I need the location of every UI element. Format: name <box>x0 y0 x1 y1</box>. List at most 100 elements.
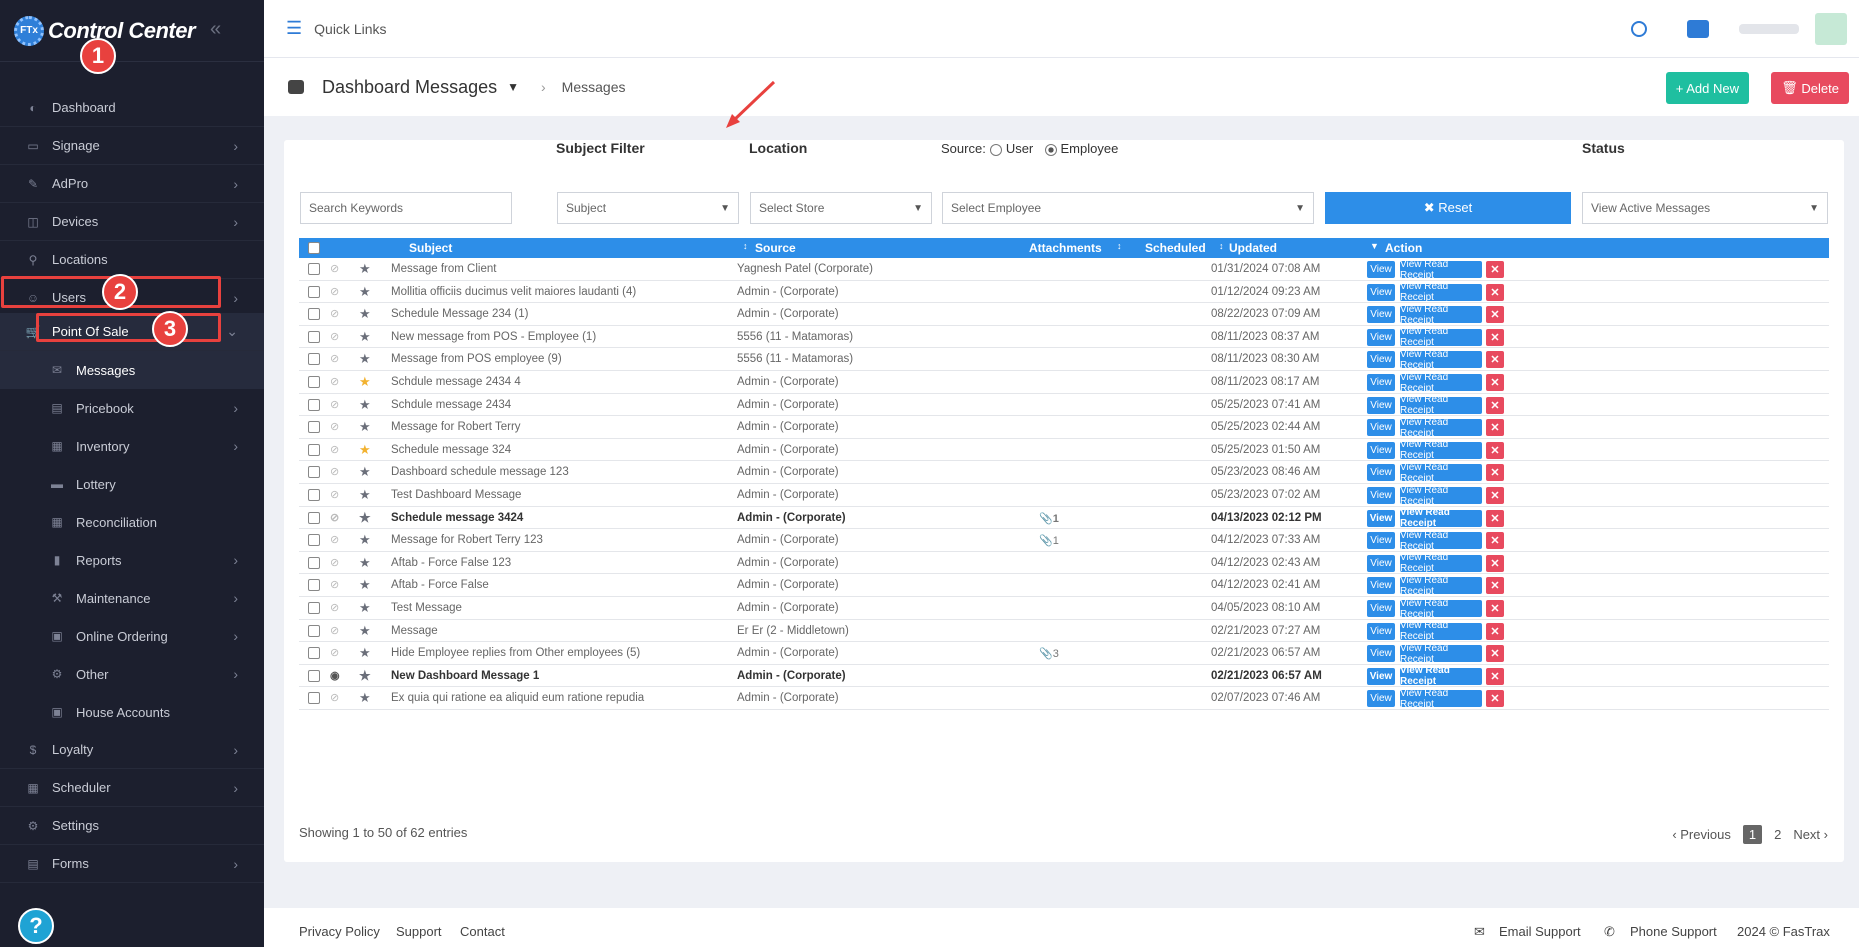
eye-slash-icon[interactable]: ⊘ <box>330 624 339 637</box>
row-checkbox[interactable] <box>308 376 320 388</box>
sidebar-item-house-accounts[interactable]: ▣ House Accounts <box>0 693 264 731</box>
table-row[interactable]: ⊘ ★ Aftab - Force False Admin - (Corporate)… <box>299 574 1829 597</box>
view-button[interactable]: View <box>1367 283 1395 301</box>
delete-row-button[interactable]: ✕ <box>1486 464 1504 482</box>
sidebar-item-messages[interactable]: ✉ Messages <box>0 351 264 389</box>
delete-row-button[interactable]: ✕ <box>1486 261 1504 278</box>
employee-select[interactable]: Select Employee ▼ <box>942 192 1314 224</box>
source-user-label[interactable]: User <box>1006 141 1033 156</box>
view-button[interactable]: View <box>1367 328 1395 346</box>
user-name-blurred[interactable] <box>1739 24 1799 34</box>
table-row[interactable]: ◉ ★ New Dashboard Message 1 Admin - (Corpor… <box>299 665 1829 688</box>
menu-icon[interactable]: ☰ <box>286 18 302 39</box>
sort-icon[interactable]: ↕ <box>743 241 748 251</box>
table-row[interactable]: ⊘ ★ Message from Client Yagnesh Patel (Corp… <box>299 258 1829 281</box>
star-icon[interactable]: ★ <box>359 261 371 277</box>
star-icon[interactable]: ★ <box>359 464 371 480</box>
delete-row-button[interactable]: ✕ <box>1486 645 1504 663</box>
row-checkbox[interactable] <box>308 443 320 456</box>
pager-prev[interactable]: ‹ Previous <box>1672 827 1731 842</box>
delete-row-button[interactable]: ✕ <box>1486 577 1504 595</box>
row-subject[interactable]: Schedule Message 234 (1) <box>391 308 528 320</box>
table-row[interactable]: ⊘ ★ New message from POS - Employee (1) 555… <box>299 326 1829 349</box>
table-row[interactable]: ⊘ ★ Message from POS employee (9) 5556 (11 … <box>299 348 1829 371</box>
table-row[interactable]: ⊘ ★ Ex quia qui ratione ea aliquid eum rat… <box>299 687 1829 710</box>
row-subject[interactable]: Mollitia officiis ducimus velit maiores … <box>391 286 636 298</box>
pager-page-2[interactable]: 2 <box>1774 827 1781 842</box>
table-row[interactable]: ⊘ ★ Test Message Admin - (Corporate) 04/05/2… <box>299 597 1829 620</box>
star-icon[interactable]: ★ <box>359 577 371 593</box>
row-subject[interactable]: Aftab - Force False 123 <box>391 557 511 569</box>
row-checkbox[interactable] <box>308 263 320 275</box>
view-read-receipt-button[interactable]: View Read Receipt <box>1400 304 1482 326</box>
source-employee-radio[interactable] <box>1044 143 1057 156</box>
view-button[interactable]: View <box>1367 351 1395 369</box>
row-subject[interactable]: Dashboard schedule message 123 <box>391 466 569 478</box>
view-read-receipt-button[interactable]: View Read Receipt <box>1400 598 1482 620</box>
row-subject[interactable]: Message from Client <box>391 263 496 275</box>
row-checkbox[interactable] <box>308 466 320 479</box>
table-row[interactable]: ⊘ ★ Message for Robert Terry 123 Admin - (C… <box>299 529 1829 552</box>
table-row[interactable]: ⊘ ★ Test Dashboard Message Admin - (Corpora… <box>299 484 1829 507</box>
eye-slash-icon[interactable]: ⊘ <box>330 262 339 275</box>
sidebar-item-pricebook[interactable]: ▤ Pricebook › <box>0 389 264 427</box>
sidebar-item-settings[interactable]: ⚙ Settings <box>0 807 264 845</box>
delete-row-button[interactable]: ✕ <box>1486 374 1504 391</box>
privacy-link[interactable]: Privacy Policy <box>299 924 380 939</box>
row-checkbox[interactable] <box>308 398 320 411</box>
row-checkbox[interactable] <box>308 285 320 298</box>
table-row[interactable]: ⊘ ★ Schdule message 2434 Admin - (Corporate… <box>299 394 1829 417</box>
delete-row-button[interactable]: ✕ <box>1486 532 1504 550</box>
star-icon[interactable]: ★ <box>359 623 371 639</box>
row-checkbox[interactable] <box>308 647 320 660</box>
eye-slash-icon[interactable]: ⊘ <box>330 488 339 501</box>
sidebar-item-reconciliation[interactable]: ▦ Reconciliation <box>0 503 264 541</box>
row-subject[interactable]: Aftab - Force False <box>391 579 489 591</box>
view-button[interactable]: View <box>1367 419 1395 437</box>
col-subject[interactable]: Subject <box>409 241 452 255</box>
sidebar-item-forms[interactable]: ▤ Forms › <box>0 845 264 883</box>
delete-row-button[interactable]: ✕ <box>1486 622 1504 640</box>
eye-slash-icon[interactable]: ⊘ <box>330 578 339 591</box>
sidebar-item-maintenance[interactable]: ⚒ Maintenance › <box>0 579 264 617</box>
sidebar-item-devices[interactable]: ◫ Devices › <box>0 203 264 241</box>
star-icon[interactable]: ★ <box>359 668 371 684</box>
view-button[interactable]: View <box>1367 645 1395 663</box>
table-row[interactable]: ⊘ ★ Schedule Message 234 (1) Admin - (Corpo… <box>299 303 1829 326</box>
row-subject[interactable]: Message for Robert Terry 123 <box>391 534 543 546</box>
delete-row-button[interactable]: ✕ <box>1486 441 1504 459</box>
row-subject[interactable]: Message from POS employee (9) <box>391 353 562 365</box>
view-button[interactable]: View <box>1367 396 1395 414</box>
messages-icon[interactable] <box>1687 20 1709 38</box>
contact-link[interactable]: Contact <box>460 924 505 939</box>
view-read-receipt-button[interactable]: View Read Receipt <box>1400 417 1482 439</box>
eye-slash-icon[interactable]: ⊘ <box>330 398 339 411</box>
delete-row-button[interactable]: ✕ <box>1486 328 1504 346</box>
view-read-receipt-button[interactable]: View Read Receipt <box>1400 688 1482 710</box>
view-button[interactable]: View <box>1367 622 1395 640</box>
table-row[interactable]: ⊘ ★ Message for Robert Terry Admin - (Corpo… <box>299 416 1829 439</box>
row-checkbox[interactable] <box>308 353 320 366</box>
sidebar-item-other[interactable]: ⚙ Other › <box>0 655 264 693</box>
row-checkbox[interactable] <box>308 421 320 434</box>
email-support-link[interactable]: Email Support <box>1499 924 1581 939</box>
eye-slash-icon[interactable]: ⊘ <box>330 352 339 365</box>
eye-slash-icon[interactable]: ⊘ <box>330 556 339 569</box>
row-subject[interactable]: Ex quia qui ratione ea aliquid eum ratio… <box>391 692 644 704</box>
star-icon[interactable]: ★ <box>359 510 371 526</box>
eye-slash-icon[interactable]: ⊘ <box>330 375 339 388</box>
select-all-checkbox[interactable] <box>308 242 320 254</box>
table-row[interactable]: ⊘ ★ Aftab - Force False 123 Admin - (Corpor… <box>299 552 1829 575</box>
view-button[interactable]: View <box>1367 690 1395 708</box>
row-subject[interactable]: Schdule message 2434 <box>391 399 511 411</box>
delete-row-button[interactable]: ✕ <box>1486 396 1504 414</box>
support-link[interactable]: Support <box>396 924 442 939</box>
view-button[interactable]: View <box>1367 306 1395 324</box>
status-select[interactable]: View Active Messages ▼ <box>1582 192 1828 224</box>
row-checkbox[interactable] <box>308 692 320 705</box>
eye-slash-icon[interactable]: ⊘ <box>330 330 339 343</box>
star-icon[interactable]: ★ <box>359 645 371 661</box>
view-read-receipt-button[interactable]: View Read Receipt <box>1400 643 1482 665</box>
sidebar-item-adpro[interactable]: ✎ AdPro › <box>0 165 264 203</box>
star-icon[interactable]: ★ <box>359 306 371 322</box>
